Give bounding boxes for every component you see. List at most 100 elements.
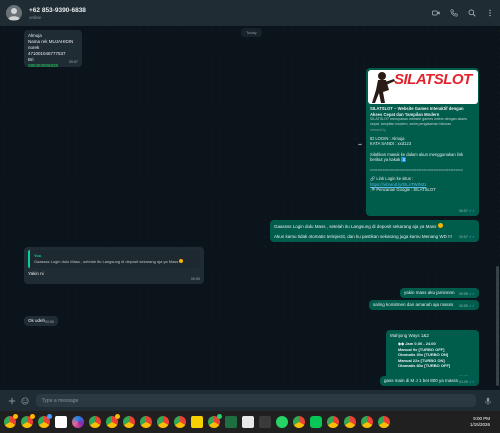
link-preview-description: SILATSLOT merupakan website games online… xyxy=(370,117,467,126)
login-link-label: Link Login ke situs : xyxy=(376,176,414,182)
search-emoji-icon: 🔎 xyxy=(370,187,376,193)
read-ticks-icon: ✓✓ xyxy=(468,380,475,384)
sticky-notes-app-icon[interactable] xyxy=(191,416,203,428)
message-time: 00:59 ✓✓ xyxy=(459,303,475,309)
message-time: 00:59 xyxy=(45,320,54,324)
search-icon[interactable] xyxy=(467,9,476,18)
chat-panel[interactable]: Today Almuja Nama rek MUJAHIDIN norek 47… xyxy=(0,26,500,390)
read-ticks-icon: ✓✓ xyxy=(468,209,475,213)
default-avatar-icon xyxy=(8,8,20,20)
message-time: 01:00 ✓✓ xyxy=(459,379,475,385)
line-app-icon[interactable] xyxy=(310,416,322,428)
message-outgoing[interactable]: Mahjong Ways 1&2 ◆◆ Jam 0.00 - 24.00 Man… xyxy=(386,330,479,382)
diamond-emoji-icon: ◆◆ xyxy=(398,341,405,346)
quoted-message[interactable]: You Gaassss Login dulu Mass , setelah it… xyxy=(28,250,200,268)
row-text: Jam 0.00 - 24.00 xyxy=(405,341,436,346)
message-text: yakin mass aku jaminnnn xyxy=(404,290,455,295)
message-time: 00:59 ✓✓ xyxy=(459,291,475,297)
chrome-app-icon[interactable] xyxy=(123,416,135,428)
message-title: Mahjong Ways 1&2 xyxy=(390,333,429,338)
message-time: 00:57 xyxy=(69,60,78,64)
chrome-app-icon[interactable] xyxy=(21,414,35,428)
message-incoming[interactable]: You Gaassss Login dulu Mass , setelah it… xyxy=(24,247,204,284)
message-incoming[interactable]: Ok udeh 00:59 xyxy=(24,316,58,326)
fighter-figure-icon xyxy=(372,72,395,103)
banner-logo-text: SILATSLOT xyxy=(394,71,472,88)
phone-call-icon[interactable] xyxy=(449,9,458,18)
message-line: norek 471001046777537 xyxy=(28,45,66,56)
chrome-app-icon[interactable] xyxy=(174,416,186,428)
notification-badge xyxy=(217,414,222,419)
video-call-icon[interactable] xyxy=(431,9,440,18)
chrome-app-icon[interactable] xyxy=(4,414,18,428)
message-line: Gaassss Login dulu Mass , setelah itu La… xyxy=(274,224,437,229)
down-arrow-emoji-icon: ⬇ xyxy=(401,157,407,163)
calendar-app-icon[interactable] xyxy=(55,416,67,428)
chrome-app-icon[interactable] xyxy=(89,416,101,428)
time-value: 00:57 xyxy=(458,209,468,213)
chrome-app-icon[interactable] xyxy=(38,414,52,428)
date-divider: Today xyxy=(241,28,262,37)
clock-date: 1/15/2026 xyxy=(469,422,490,427)
read-ticks-icon: ✓✓ xyxy=(468,304,475,308)
chrome-app-icon[interactable] xyxy=(208,414,222,428)
copilot-app-icon[interactable] xyxy=(72,416,84,428)
message-text: saling komitmen dan amanah aja masss xyxy=(373,302,454,307)
chat-header[interactable]: +62 853-9390-6838 online xyxy=(0,0,500,26)
chat-scrollbar[interactable] xyxy=(496,266,499,386)
attach-plus-icon[interactable] xyxy=(8,396,16,405)
os-taskbar: 9:00 PM 1/15/2026 xyxy=(0,411,500,433)
read-ticks-icon: ✓✓ xyxy=(468,235,475,239)
message-input[interactable]: Type a message xyxy=(35,394,476,407)
quote-text: Gaassss Login dulu Mass , setelah itu La… xyxy=(34,259,179,264)
instruction-text: Silahkan masuk ke dalam akun menggunakan… xyxy=(370,151,464,163)
chrome-app-icon[interactable] xyxy=(327,416,339,428)
link-preview-title: SILATSLOT – Website Games Interaktif den… xyxy=(370,106,464,117)
microphone-icon[interactable] xyxy=(484,396,492,405)
chrome-app-icon[interactable] xyxy=(140,416,152,428)
whatsapp-app-icon[interactable] xyxy=(276,416,288,428)
notification-badge xyxy=(13,414,18,419)
message-time: 00:57 ✓✓ xyxy=(459,234,475,240)
time-value: 00:59 xyxy=(458,304,468,308)
chrome-app-icon[interactable] xyxy=(344,416,356,428)
contact-status: online xyxy=(29,14,42,20)
message-time: 00:59 xyxy=(191,277,200,281)
chrome-app-icon[interactable] xyxy=(157,416,169,428)
divider-text: ====================================== xyxy=(370,166,463,172)
message-text: gass main di M J 1 bet 800 ya masss xyxy=(384,378,459,383)
smile-emoji-icon xyxy=(179,259,184,263)
message-time: 00:57 ✓✓ xyxy=(459,208,475,214)
chrome-app-icon[interactable] xyxy=(361,416,373,428)
time-value: 00:57 xyxy=(458,235,468,239)
document-app-icon[interactable] xyxy=(242,416,254,428)
schedule-row: Otomatis 80x [TURBO OFF] xyxy=(398,363,451,369)
link-emoji-icon: 🔗 xyxy=(370,176,376,182)
message-text: Ok udeh xyxy=(28,318,46,323)
forward-icon[interactable]: ➦ xyxy=(358,142,362,148)
message-outgoing[interactable]: gass main di M J 1 bet 800 ya masss 01:0… xyxy=(380,376,479,386)
message-outgoing[interactable]: Gaassss Login dulu Mass , setelah itu La… xyxy=(270,220,479,242)
chrome-app-icon[interactable] xyxy=(106,414,120,428)
google-search-text: Pencarian Google : SILATSLOT xyxy=(376,187,436,193)
excel-app-icon[interactable] xyxy=(225,416,237,428)
system-clock[interactable]: 9:00 PM 1/15/2026 xyxy=(470,416,490,428)
sticker-icon[interactable] xyxy=(21,396,30,405)
time-value: 01:00 xyxy=(458,380,468,384)
message-incoming[interactable]: Almuja Nama rek MUJAHIDIN norek 47100104… xyxy=(24,30,82,68)
message-outgoing[interactable]: saling komitmen dan amanah aja masss 00:… xyxy=(369,300,479,310)
time-value: 00:59 xyxy=(458,292,468,296)
avatar[interactable] xyxy=(6,5,22,21)
terminal-app-icon[interactable] xyxy=(259,416,271,428)
message-outgoing[interactable]: SILATSLOT SILATSLOT – Website Games Inte… xyxy=(366,68,479,216)
message-composer[interactable]: Type a message xyxy=(0,390,500,411)
menu-kebab-icon[interactable] xyxy=(485,9,494,18)
message-outgoing[interactable]: yakin mass aku jaminnnn 00:59 ✓✓ xyxy=(400,288,479,298)
notification-badge xyxy=(30,414,35,419)
notification-badge xyxy=(115,414,120,419)
link-preview-image[interactable]: SILATSLOT xyxy=(368,70,478,104)
chrome-app-icon[interactable] xyxy=(293,416,305,428)
contact-name[interactable]: +62 853-9390-6838 xyxy=(29,7,86,14)
read-ticks-icon: ✓✓ xyxy=(468,292,475,296)
chrome-app-icon[interactable] xyxy=(378,416,390,428)
